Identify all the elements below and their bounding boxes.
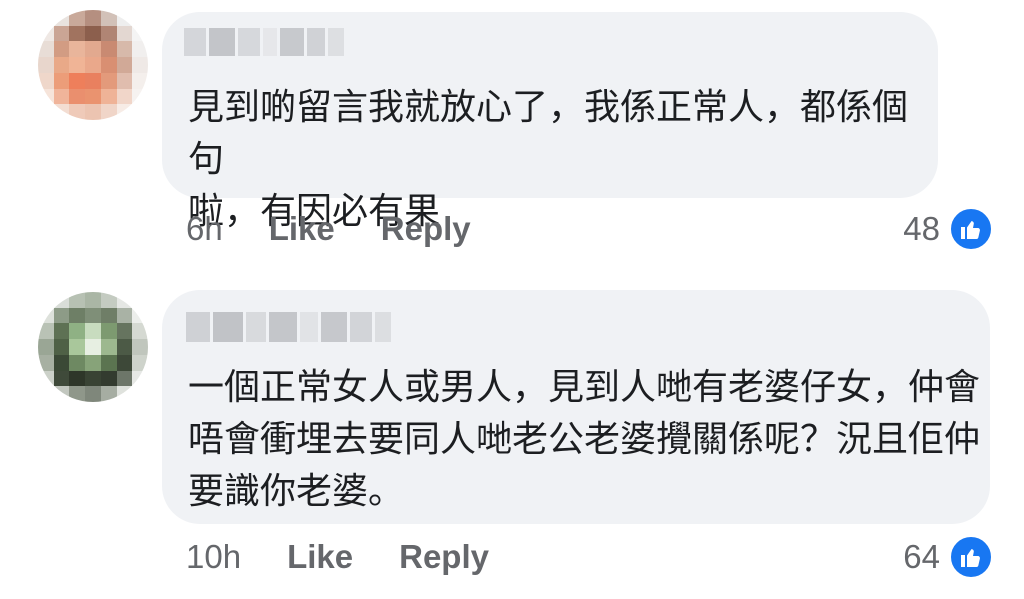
comment-actions: 6h Like Reply [186, 210, 517, 248]
reaction-count: 48 [903, 210, 940, 247]
comment-bubble: 一個正常女人或男人，見到人哋有老婆仔女，仲會 唔會衝埋去要同人哋老公老婆攪關係呢… [162, 290, 990, 524]
comments-thread: 見到啲留言我就放心了，我係正常人，都係個句 啦，有因必有果 6h Like Re… [0, 0, 1024, 599]
commenter-name[interactable] [184, 28, 344, 56]
reaction-count: 64 [903, 538, 940, 575]
comment-text: 一個正常女人或男人，見到人哋有老婆仔女，仲會 唔會衝埋去要同人哋老公老婆攪關係呢… [188, 367, 981, 512]
avatar[interactable] [38, 292, 148, 402]
reaction-summary[interactable]: 48 [903, 206, 994, 252]
avatar[interactable] [38, 10, 148, 120]
like-button[interactable]: Like [287, 538, 353, 576]
comment-actions: 10h Like Reply [186, 538, 535, 576]
reaction-summary[interactable]: 64 [903, 534, 994, 580]
reply-button[interactable]: Reply [381, 210, 471, 248]
like-button[interactable]: Like [269, 210, 335, 248]
comment-bubble: 見到啲留言我就放心了，我係正常人，都係個句 啦，有因必有果 [162, 12, 938, 232]
commenter-name[interactable] [186, 312, 391, 342]
reply-button[interactable]: Reply [399, 538, 489, 576]
comment-timestamp[interactable]: 10h [186, 538, 241, 576]
thumbs-up-icon [948, 206, 994, 252]
thumbs-up-icon [948, 534, 994, 580]
comment-timestamp[interactable]: 6h [186, 210, 223, 248]
